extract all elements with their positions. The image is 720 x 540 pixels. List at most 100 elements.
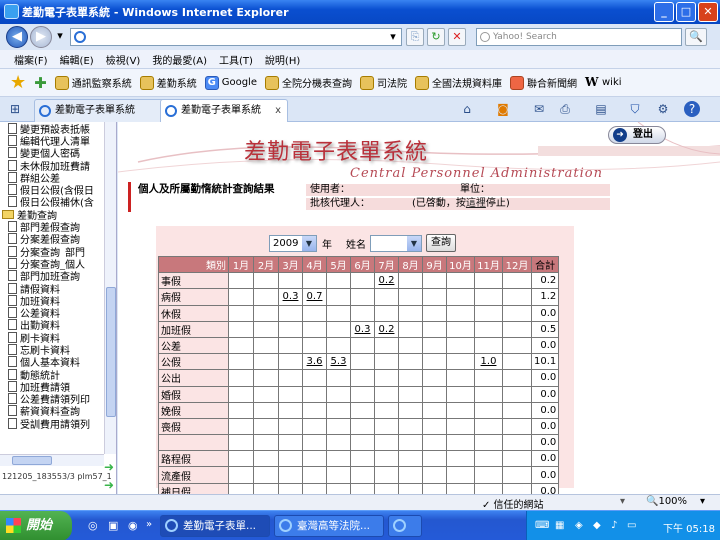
sidebar-item[interactable]: 部門差假查詢: [2, 220, 104, 233]
tab-close-icon[interactable]: x: [275, 100, 281, 121]
agent-stop-link[interactable]: 這裡: [466, 198, 486, 209]
fav-link[interactable]: 司法院: [359, 75, 407, 90]
month-value-link[interactable]: 1.0: [481, 356, 497, 367]
scroll-thumb[interactable]: [106, 287, 116, 417]
quick-tabs-icon[interactable]: ⊞: [6, 101, 24, 117]
sidebar-item[interactable]: 分案差假查詢: [2, 233, 104, 245]
taskbar-button-ie-1[interactable]: 差勤電子表單...: [160, 515, 270, 537]
sidebar-item[interactable]: 薪資資料查詢: [2, 405, 104, 417]
sidebar-item[interactable]: 動態統計: [2, 368, 104, 380]
refresh-button[interactable]: ↻: [427, 28, 445, 46]
sidebar-item[interactable]: 假日公假補休(含: [2, 196, 104, 208]
name-select[interactable]: ▼: [370, 234, 422, 252]
menu-tools[interactable]: 工具(T): [219, 52, 253, 67]
sidebar-item[interactable]: 未休假加班費請: [2, 159, 104, 171]
fav-link[interactable]: G Google: [204, 75, 257, 90]
feeds-icon[interactable]: ◙: [494, 101, 512, 117]
home-icon[interactable]: ⌂: [458, 101, 476, 117]
scroll-thumb[interactable]: [12, 456, 52, 465]
security-zone[interactable]: ✓ 信任的網站: [482, 496, 544, 511]
forward-button[interactable]: ▶: [30, 26, 52, 48]
sidebar-item[interactable]: 假日公假(含假日: [2, 183, 104, 196]
zoom-dropdown-icon[interactable]: ▾: [700, 496, 705, 507]
menu-help[interactable]: 說明(H): [265, 52, 300, 67]
sidebar-item[interactable]: 分案查詢_部門: [2, 245, 104, 257]
fav-link[interactable]: 差勤系統: [139, 75, 197, 90]
sidebar-item[interactable]: 部門加班查詢: [2, 270, 104, 282]
sidebar-item[interactable]: 分案查詢_個人: [2, 257, 104, 270]
menu-favorites[interactable]: 我的最愛(A): [152, 52, 207, 67]
quicklaunch-ie-icon[interactable]: ◎: [88, 519, 98, 532]
page-menu-icon[interactable]: ▤: [592, 101, 610, 117]
month-value-link[interactable]: 3.6: [307, 356, 323, 367]
zoom-level[interactable]: 🔍100%: [646, 496, 687, 507]
mail-icon[interactable]: ✉: [530, 101, 548, 117]
menu-view[interactable]: 檢視(V): [106, 52, 141, 67]
sidebar-item[interactable]: 變更預設表抵帳: [2, 122, 104, 134]
print-icon[interactable]: ⎙: [556, 101, 574, 117]
back-button[interactable]: ◀: [6, 26, 28, 48]
sidebar-item[interactable]: 出勤資料: [2, 319, 104, 331]
tray-app-icon[interactable]: ◆: [593, 520, 601, 531]
month-value-link[interactable]: 0.2: [379, 324, 395, 335]
quicklaunch-more-icon[interactable]: »: [146, 519, 152, 530]
sidebar-item[interactable]: 變更個人密碼: [2, 147, 104, 159]
address-input[interactable]: [70, 28, 402, 46]
menu-file[interactable]: 檔案(F): [14, 52, 48, 67]
tools-gear-icon[interactable]: ⚙: [654, 101, 672, 117]
quicklaunch-media-icon[interactable]: ◉: [128, 519, 138, 532]
month-value-link[interactable]: 0.3: [355, 324, 371, 335]
year-select[interactable]: 2009 ▼: [269, 234, 317, 252]
taskbar-button-ie-3[interactable]: [388, 515, 422, 537]
close-button[interactable]: ✕: [698, 2, 718, 22]
sidebar-vertical-scrollbar[interactable]: [104, 122, 116, 454]
sidebar-folder[interactable]: 差勤查詢: [2, 208, 104, 220]
sidebar-item[interactable]: 群組公差: [2, 171, 104, 183]
sidebar-item[interactable]: 加班資料: [2, 294, 104, 306]
favorites-star-icon[interactable]: ★: [10, 72, 26, 93]
sidebar-item[interactable]: 受訓費用請領列: [2, 417, 104, 429]
menu-edit[interactable]: 編輯(E): [60, 52, 94, 67]
protected-mode-icon[interactable]: ▾: [620, 496, 625, 507]
add-favorite-icon[interactable]: ✚: [34, 74, 47, 92]
sidebar-horizontal-scrollbar[interactable]: [0, 454, 104, 466]
collapse-arrow-icon[interactable]: ➜: [104, 478, 114, 492]
compat-view-icon[interactable]: ⎘: [406, 28, 424, 46]
maximize-button[interactable]: □: [676, 2, 696, 22]
fav-link[interactable]: Wwiki: [585, 76, 622, 90]
search-input[interactable]: Yahoo! Search: [476, 28, 682, 46]
tray-monitor-icon[interactable]: ▭: [627, 520, 636, 531]
tab-2[interactable]: 差勤電子表單系統 x: [160, 99, 288, 122]
sidebar-item[interactable]: 編輯代理人清單: [2, 134, 104, 147]
taskbar-button-ie-2[interactable]: 臺灣高等法院...: [274, 515, 384, 537]
quicklaunch-desktop-icon[interactable]: ▣: [108, 519, 118, 532]
tab-1[interactable]: 差勤電子表單系統: [34, 99, 172, 122]
query-button[interactable]: 查詢: [426, 234, 456, 252]
tray-keyboard-icon[interactable]: ⌨: [535, 520, 549, 531]
stop-button[interactable]: ✕: [448, 28, 466, 46]
start-button[interactable]: 開始: [0, 511, 72, 540]
logout-button[interactable]: 登出: [608, 126, 666, 144]
address-dropdown-icon[interactable]: ▾: [386, 29, 400, 45]
fav-link[interactable]: 全國法規資料庫: [414, 75, 502, 90]
sidebar-item[interactable]: 請假資料: [2, 282, 104, 294]
fav-link[interactable]: 全院分機表查詢: [264, 75, 352, 90]
month-value-link[interactable]: 0.3: [283, 291, 299, 302]
window-titlebar[interactable]: 差勤電子表單系統 - Windows Internet Explorer _ □…: [0, 0, 720, 24]
tray-network-icon[interactable]: ▦: [555, 520, 564, 531]
help-icon[interactable]: ?: [684, 101, 700, 117]
sidebar-item[interactable]: 公差費請領列印: [2, 393, 104, 405]
sidebar-item[interactable]: 刷卡資料: [2, 331, 104, 343]
tray-security-icon[interactable]: ◈: [575, 520, 583, 531]
history-dropdown-icon[interactable]: ▾: [54, 28, 66, 46]
safety-icon[interactable]: ⛉: [626, 101, 644, 117]
month-value-link[interactable]: 0.2: [379, 275, 395, 286]
sidebar-item[interactable]: 忘刷卡資料: [2, 343, 104, 356]
fav-link[interactable]: 聯合新聞網: [509, 75, 577, 90]
search-go-button[interactable]: 🔍: [685, 28, 707, 46]
sidebar-item[interactable]: 加班費請領: [2, 380, 104, 393]
month-value-link[interactable]: 5.3: [331, 356, 347, 367]
fav-link[interactable]: 通訊監察系統: [54, 75, 132, 90]
sidebar-item[interactable]: 個人基本資料: [2, 356, 104, 368]
month-value-link[interactable]: 0.7: [307, 291, 323, 302]
